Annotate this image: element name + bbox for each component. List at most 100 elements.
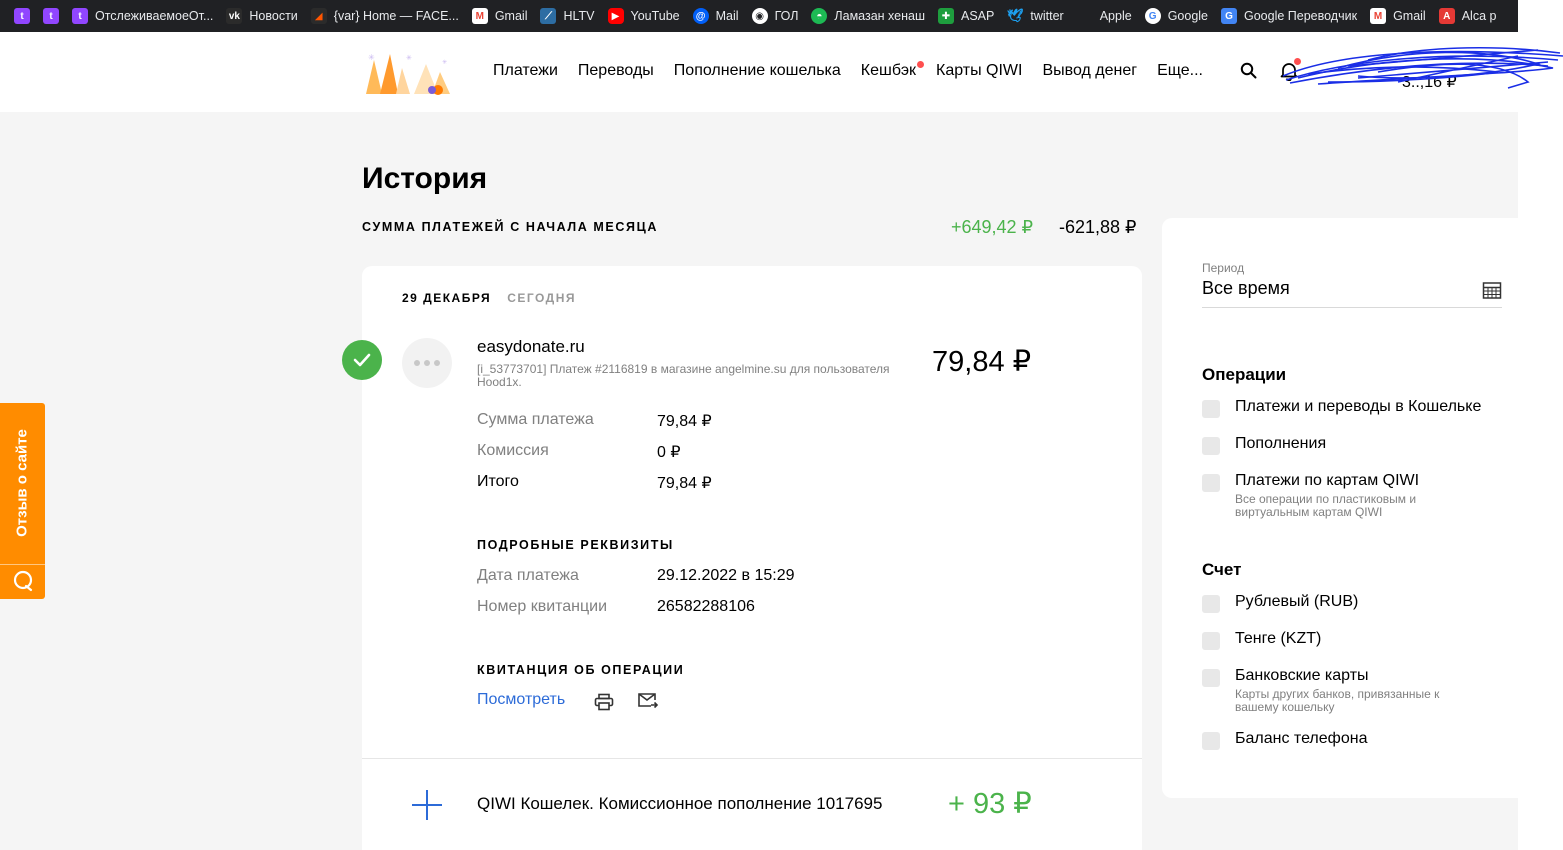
bookmark-apple[interactable]: Apple: [1071, 4, 1139, 28]
apple-icon: [1077, 8, 1093, 24]
search-icon[interactable]: [1240, 62, 1258, 80]
alca-icon: A: [1438, 8, 1455, 24]
payment-sum-value: 79,84 ₽: [657, 413, 712, 430]
send-email-icon[interactable]: [637, 692, 659, 710]
checkbox-wallet-payments[interactable]: [1202, 400, 1220, 418]
account-heading: Счет: [1202, 560, 1242, 579]
bookmark-label: ГОЛ: [774, 9, 799, 23]
checkbox-rub[interactable]: [1202, 595, 1220, 613]
checkbox-label[interactable]: Баланс телефона: [1235, 730, 1367, 748]
bookmark-label: Google Переводчик: [1244, 9, 1358, 23]
twitter-icon: 🕊: [1007, 8, 1024, 23]
period-label: Период: [1202, 261, 1245, 275]
bookmark-twitch-1[interactable]: t: [8, 4, 37, 28]
bookmark-label: ОтслеживаемоеОт...: [95, 9, 214, 23]
bookmark-vk-news[interactable]: vk Новости: [220, 4, 304, 28]
calendar-icon[interactable]: [1482, 280, 1502, 300]
divider: [0, 564, 45, 565]
bookmark-gmail[interactable]: M Gmail: [466, 4, 535, 28]
nav-wallet-topup[interactable]: Пополнение кошелька: [674, 62, 841, 80]
qiwi-logo[interactable]: ✳ ✳ ✳: [362, 50, 452, 96]
globe-icon: ◓: [811, 8, 828, 24]
checkbox-label[interactable]: Тенге (KZT): [1235, 630, 1321, 648]
bookmark-gmail-2[interactable]: M Gmail: [1364, 4, 1433, 28]
bookmark-label: {var} Home — FACE...: [333, 9, 459, 23]
operations-heading: Операции: [1202, 365, 1287, 384]
bookmark-google[interactable]: G Google: [1139, 4, 1215, 28]
bookmark-hltv[interactable]: ⟋ HLTV: [534, 4, 601, 28]
bookmark-alca[interactable]: A Alca p: [1433, 4, 1504, 28]
checkbox-bank-cards[interactable]: [1202, 669, 1220, 687]
bookmarks-bar: t t t ОтслеживаемоеОт... vk Новости ◢ {var}…: [0, 0, 1518, 32]
bookmark-mail-ru[interactable]: @ Mail: [687, 4, 746, 28]
bookmark-lamazan[interactable]: ◓ Ламазан хенаш: [805, 4, 932, 28]
svg-text:✳: ✳: [406, 54, 412, 62]
month-sum-income: +649,42 ₽: [951, 217, 1034, 237]
date-header: 29 ДЕКАБРЯ СЕГОДНЯ: [402, 291, 576, 305]
checkbox-label[interactable]: Платежи и переводы в Кошельке: [1235, 398, 1481, 416]
checkbox-qiwi-card-payments[interactable]: [1202, 474, 1220, 492]
bookmark-label: Google: [1167, 9, 1208, 23]
checkbox-topups[interactable]: [1202, 437, 1220, 455]
twitch-icon: t: [43, 8, 59, 24]
nav-withdraw[interactable]: Вывод денег: [1042, 62, 1137, 80]
checkbox-label[interactable]: Платежи по картам QIWI: [1235, 472, 1419, 490]
month-sum-expense: -621,88 ₽: [1059, 217, 1137, 237]
twitch-icon: t: [14, 8, 30, 24]
hltv-icon: ⟋: [540, 8, 557, 24]
bookmark-faceit[interactable]: ◢ {var} Home — FACE...: [305, 4, 466, 28]
history-card: 29 ДЕКАБРЯ СЕГОДНЯ easydonate.ru [i_5377…: [342, 266, 1142, 850]
details-heading: ПОДРОБНЫЕ РЕКВИЗИТЫ: [477, 538, 674, 552]
gmail-icon: M: [1370, 8, 1387, 24]
checkbox-phone-balance[interactable]: [1202, 732, 1220, 750]
view-receipt-link[interactable]: Посмотреть: [477, 691, 565, 709]
merchant-dots-icon: [402, 338, 452, 388]
bookmark-label: HLTV: [563, 9, 595, 23]
divider: [362, 758, 1142, 759]
bookmark-label: twitter: [1030, 9, 1064, 23]
transaction-title[interactable]: easydonate.ru: [477, 337, 585, 357]
redaction-scribble: [1282, 46, 1563, 89]
nav-transfers[interactable]: Переводы: [578, 62, 654, 80]
filter-panel: Период Все время Операции Платежи и пере…: [1162, 218, 1522, 798]
nav-payments[interactable]: Платежи: [493, 62, 558, 80]
checkbox-label[interactable]: Рублевый (RUB): [1235, 593, 1358, 611]
month-sum-label: СУММА ПЛАТЕЖЕЙ С НАЧАЛА МЕСЯЦА: [362, 220, 658, 234]
checkbox-kzt[interactable]: [1202, 632, 1220, 650]
gol-icon: ◉: [751, 8, 768, 24]
asap-icon: ✚: [938, 8, 954, 24]
page-title: История: [362, 162, 488, 195]
bookmark-google-translate[interactable]: G Google Переводчик: [1215, 4, 1364, 28]
transaction-title[interactable]: QIWI Кошелек. Комиссионное пополнение 10…: [477, 794, 920, 814]
bookmark-label: Apple: [1099, 9, 1132, 23]
nav-cashback[interactable]: Кешбэк: [861, 61, 924, 80]
transaction-description: [i_53773701] Платеж #2116819 в магазине …: [477, 363, 890, 389]
checkbox-label[interactable]: Пополнения: [1235, 435, 1326, 453]
bookmark-twitch-2[interactable]: t: [37, 4, 66, 28]
bookmark-twitch-following[interactable]: t ОтслеживаемоеОт...: [66, 4, 220, 28]
transaction-amount: 79,84 ₽: [932, 346, 1032, 378]
bookmark-label: Gmail: [1393, 9, 1426, 23]
nav-qiwi-cards[interactable]: Карты QIWI: [936, 62, 1022, 80]
bookmark-label: YouTube: [630, 9, 680, 23]
checkbox-label[interactable]: Банковские карты: [1235, 667, 1369, 685]
bookmark-gol[interactable]: ◉ ГОЛ: [746, 4, 806, 28]
bookmark-youtube[interactable]: ▶ YouTube: [602, 4, 687, 28]
notification-dot: [917, 61, 924, 68]
receipt-number-value: 26582288106: [657, 598, 755, 615]
twitch-icon: t: [72, 8, 88, 24]
payment-date-value: 29.12.2022 в 15:29: [657, 567, 795, 584]
payment-date-label: Дата платежа: [477, 567, 579, 584]
bookmark-twitter[interactable]: 🕊 twitter: [1001, 4, 1070, 28]
youtube-icon: ▶: [607, 8, 624, 24]
today-label: СЕГОДНЯ: [507, 291, 577, 305]
feedback-label[interactable]: Отзыв о сайте: [14, 429, 31, 537]
bookmark-label: Mail: [715, 9, 739, 23]
commission-value: 0 ₽: [657, 444, 681, 461]
period-select[interactable]: Все время: [1202, 278, 1502, 308]
nav-more[interactable]: Еще...: [1157, 62, 1203, 80]
print-icon[interactable]: [594, 693, 614, 711]
success-check-icon: [342, 340, 382, 380]
bookmark-asap[interactable]: ✚ ASAP: [932, 4, 1001, 28]
date-label: 29 ДЕКАБРЯ: [402, 291, 492, 305]
